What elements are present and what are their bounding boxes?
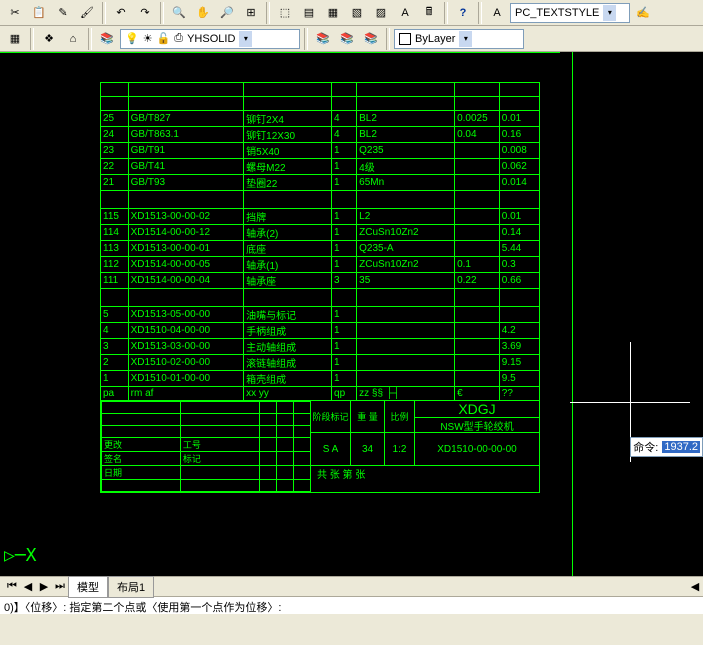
tool-btn[interactable]: ✋	[192, 2, 214, 24]
table-row: 115XD1513-00-00-02挡牌1L20.01	[101, 209, 540, 225]
revision-table: 更改工号 签名标记 日期	[101, 401, 311, 492]
val-qty: 34	[351, 433, 385, 465]
table-row: 3XD1513-03-00-00主动轴组成13.69	[101, 339, 540, 355]
command-label: 命令:	[633, 439, 658, 455]
table-row: 4XD1510-04-00-00手柄组成14.2	[101, 323, 540, 339]
val-scale: 1:2	[385, 433, 415, 465]
layer-combo[interactable]: 💡 ☀ 🔓 ⎙ YHSOLID ▾	[120, 29, 300, 49]
layout-tabbar: ⏮ ◀ ▶ ⏭ 模型 布局1 ◀	[0, 576, 703, 596]
command-value: 1937.2	[662, 441, 700, 453]
table-row: 1XD1510-01-00-00箱壳组成19.5	[101, 371, 540, 387]
tool-btn[interactable]: ⊞	[240, 2, 262, 24]
tool-btn[interactable]: ▧	[346, 2, 368, 24]
lock-icon: 🔓	[157, 32, 171, 45]
chevron-down-icon[interactable]: ▾	[603, 5, 616, 21]
plot-icon: ⎙	[174, 32, 183, 45]
table-row: 112XD1514-00-00-05轴承(1)1ZCuSn10Zn20.10.3	[101, 257, 540, 273]
bom-drawing: 25GB/T827铆钉2X44BL20.00250.0124GB/T863.1铆…	[100, 82, 540, 562]
tool-btn[interactable]: 🖌	[76, 2, 98, 24]
tool-btn[interactable]: A	[394, 2, 416, 24]
drawing-number: XD1510-00-00-00	[415, 433, 539, 465]
chevron-down-icon[interactable]: ▾	[239, 31, 252, 47]
tool-btn[interactable]: 📋	[28, 2, 50, 24]
table-row: 22GB/T41螺母M2214级0.062	[101, 159, 540, 175]
tool-btn[interactable]: ❖	[38, 28, 60, 50]
toolbar-1: ✂ 📋 ✎ 🖌 ↶ ↷ 🔍 ✋ 🔎 ⊞ ⬚ ▤ ▦ ▧ ▨ A 🖩 ? A PC…	[0, 0, 703, 26]
tool-btn[interactable]: ✍	[632, 2, 654, 24]
val-mark: S A	[311, 433, 351, 465]
toolbar-2: ▦ ❖ ⌂ 📚 💡 ☀ 🔓 ⎙ YHSOLID ▾ 📚 📚 📚 ByLayer …	[0, 26, 703, 52]
bom-table: 25GB/T827铆钉2X44BL20.00250.0124GB/T863.1铆…	[100, 82, 540, 401]
color-swatch	[399, 33, 411, 45]
table-row: 2XD1510-02-00-00滚链轴组成19.15	[101, 355, 540, 371]
tool-btn[interactable]: ▦	[4, 28, 26, 50]
lbl-qty: 重 量	[351, 401, 385, 433]
table-header: parm afxx yyqpzz §§ ├┤€??	[101, 387, 540, 401]
tool-btn[interactable]: ✂	[4, 2, 26, 24]
title-block: 更改工号 签名标记 日期 阶段标记 重 量 比例 XDGJ NSW型手轮绞机	[100, 401, 540, 493]
lbl-scale: 比例	[385, 401, 415, 433]
table-row: 23GB/T91销5X401Q2350.008	[101, 143, 540, 159]
ucs-icon: ▷─X	[4, 545, 37, 566]
tool-btn[interactable]: 🔎	[216, 2, 238, 24]
table-row: 24GB/T863.1铆钉12X304BL20.040.16	[101, 127, 540, 143]
table-row: 111XD1514-00-00-04轴承座3350.220.66	[101, 273, 540, 289]
undo-button[interactable]: ↶	[110, 2, 132, 24]
table-row: 5XD1513-05-00-00油嘴与标记1	[101, 307, 540, 323]
command-line[interactable]: 0)】〈位移〉: 指定第二个点或〈使用第一个点作为位移〉:	[0, 596, 703, 614]
table-row: 25GB/T827铆钉2X44BL20.00250.01	[101, 111, 540, 127]
chevron-down-icon[interactable]: ▾	[459, 31, 472, 47]
tool-btn[interactable]: ▦	[322, 2, 344, 24]
company: XDGJ	[458, 401, 495, 417]
table-row: 113XD1513-00-00-01底座1Q235-A5.44	[101, 241, 540, 257]
bylayer-value: ByLayer	[415, 33, 455, 45]
tool-btn[interactable]: ✎	[52, 2, 74, 24]
bulb-icon: 💡	[125, 32, 139, 45]
command-tooltip: 命令: 1937.2	[630, 437, 703, 457]
tool-btn[interactable]: ▨	[370, 2, 392, 24]
tool-btn[interactable]: ⬚	[274, 2, 296, 24]
crosshair-h	[570, 402, 690, 403]
calc-button[interactable]: 🖩	[418, 2, 440, 24]
layer-icon[interactable]: 📚	[96, 28, 118, 50]
tool-btn[interactable]: ⌂	[62, 28, 84, 50]
textstyle-icon[interactable]: A	[486, 2, 508, 24]
tool-btn[interactable]: ▤	[298, 2, 320, 24]
lbl-mark: 阶段标记	[311, 401, 351, 433]
tab-prev[interactable]: ◀	[20, 580, 36, 593]
sun-icon: ☀	[143, 32, 153, 45]
textstyle-value: PC_TEXTSTYLE	[515, 7, 599, 19]
sheet-footer: 共 张 第 张	[311, 465, 539, 479]
layer-value: YHSOLID	[187, 33, 235, 45]
table-row: 114XD1514-00-00-12轴承(2)1ZCuSn10Zn20.14	[101, 225, 540, 241]
scroll-left[interactable]: ◀	[687, 580, 703, 593]
color-combo[interactable]: ByLayer ▾	[394, 29, 524, 49]
tool-btn[interactable]: 📚	[360, 28, 382, 50]
tool-btn[interactable]: 📚	[312, 28, 334, 50]
tab-last[interactable]: ⏭	[52, 580, 68, 593]
tab-next[interactable]: ▶	[36, 580, 52, 593]
tab-first[interactable]: ⏮	[4, 580, 20, 593]
tool-btn[interactable]: 📚	[336, 28, 358, 50]
tab-layout1[interactable]: 布局1	[108, 576, 154, 598]
table-row: 21GB/T93垫圈22165Mn0.014	[101, 175, 540, 191]
textstyle-combo[interactable]: PC_TEXTSTYLE ▾	[510, 3, 630, 23]
drawing-canvas[interactable]: 命令: 1937.2 25GB/T827铆钉2X44BL20.00250.012…	[0, 52, 703, 576]
tab-model[interactable]: 模型	[68, 576, 108, 598]
tool-btn[interactable]: 🔍	[168, 2, 190, 24]
product-name: NSW型手轮绞机	[415, 417, 539, 433]
help-button[interactable]: ?	[452, 2, 474, 24]
redo-button[interactable]: ↷	[134, 2, 156, 24]
